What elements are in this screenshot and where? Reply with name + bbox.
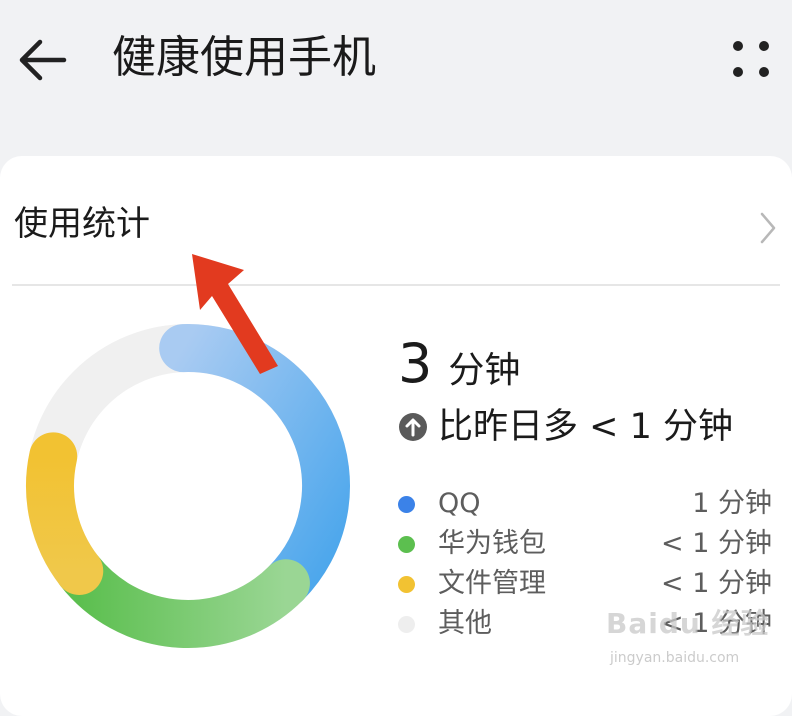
compare-text: 比昨日多 < 1 分钟 bbox=[438, 407, 733, 447]
legend-value: < 1 分钟 bbox=[661, 528, 772, 559]
chevron-right-icon bbox=[760, 212, 776, 244]
total-usage-unit: 分钟 bbox=[448, 350, 521, 391]
legend-item-file-manager[interactable]: 文件管理 < 1 分钟 bbox=[396, 564, 776, 604]
compare-yesterday: 比昨日多 < 1 分钟 bbox=[398, 402, 733, 452]
total-usage-value: 3 bbox=[398, 332, 433, 395]
usage-stats-title: 使用统计 bbox=[14, 204, 150, 244]
donut-segment-file-manager bbox=[26, 432, 104, 595]
more-options-button[interactable] bbox=[722, 32, 778, 88]
legend-name: 文件管理 bbox=[438, 568, 546, 599]
donut-segment-huawei-wallet bbox=[55, 546, 310, 648]
back-button[interactable] bbox=[14, 34, 70, 86]
arrow-up-circle-icon bbox=[399, 413, 427, 441]
usage-legend: QQ 1 分钟 华为钱包 < 1 分钟 文件管理 < 1 分钟 其他 < 1 分… bbox=[396, 484, 776, 644]
legend-name: 其他 bbox=[438, 608, 492, 639]
legend-item-other[interactable]: 其他 < 1 分钟 bbox=[396, 604, 776, 644]
page-title: 健康使用手机 bbox=[112, 32, 376, 83]
donut-segment-qq bbox=[159, 324, 350, 608]
legend-dot-other bbox=[398, 616, 415, 633]
legend-dot-huawei-wallet bbox=[398, 536, 415, 553]
total-usage: 3 分钟 bbox=[398, 328, 520, 400]
divider bbox=[12, 284, 780, 286]
legend-name: 华为钱包 bbox=[438, 528, 546, 559]
legend-dot-qq bbox=[398, 496, 415, 513]
legend-item-huawei-wallet[interactable]: 华为钱包 < 1 分钟 bbox=[396, 524, 776, 564]
usage-card: 使用统计 3 分钟 比昨日多 < 1 分钟 QQ 1 分钟 华为钱包 < 1 分… bbox=[0, 156, 792, 716]
legend-name: QQ bbox=[438, 488, 481, 519]
legend-value: < 1 分钟 bbox=[661, 568, 772, 599]
legend-dot-file-manager bbox=[398, 576, 415, 593]
more-dots-icon bbox=[733, 41, 769, 77]
legend-value: 1 分钟 bbox=[692, 488, 772, 519]
arrow-left-icon bbox=[19, 39, 67, 81]
legend-value: < 1 分钟 bbox=[661, 608, 772, 639]
top-app-bar: 健康使用手机 bbox=[0, 0, 792, 120]
usage-donut-chart bbox=[26, 324, 350, 648]
legend-item-qq[interactable]: QQ 1 分钟 bbox=[396, 484, 776, 524]
usage-stats-row[interactable]: 使用统计 bbox=[0, 156, 792, 284]
